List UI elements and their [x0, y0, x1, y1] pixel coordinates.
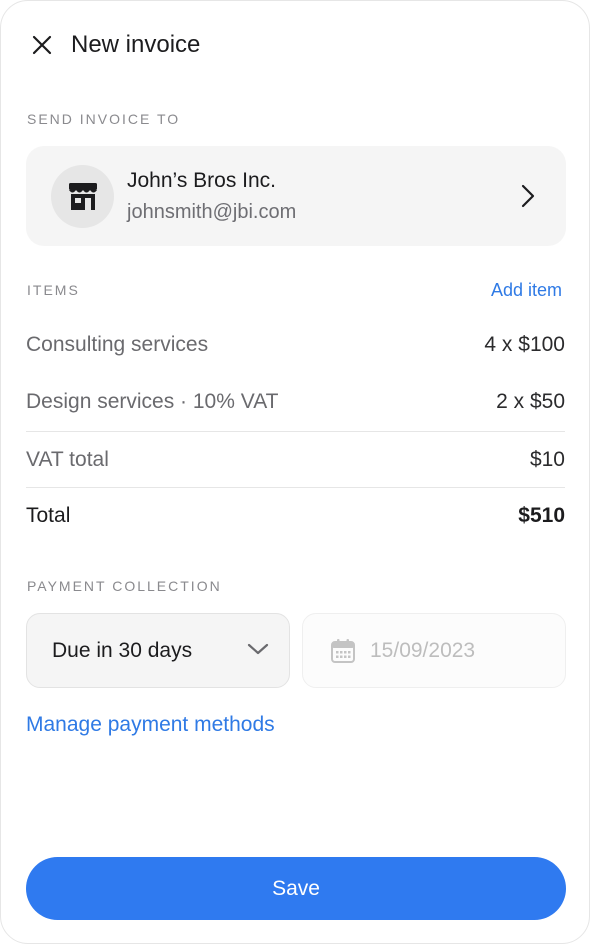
payment-collection-label: PAYMENT COLLECTION	[27, 578, 222, 594]
chevron-down-icon	[247, 643, 269, 655]
avatar	[51, 165, 114, 228]
add-item-link[interactable]: Add item	[491, 280, 562, 301]
calendar-icon	[330, 638, 356, 664]
vat-total-label: VAT total	[26, 447, 109, 471]
manage-payment-methods-link[interactable]: Manage payment methods	[26, 713, 275, 737]
close-button[interactable]	[29, 32, 55, 58]
total-row: Total $510	[26, 487, 565, 543]
chevron-right-icon	[521, 184, 535, 208]
item-row: Consulting services 4 x $100	[26, 317, 565, 373]
total-value: $510	[518, 503, 565, 527]
save-button[interactable]: Save	[26, 857, 566, 920]
vat-total-value: $10	[529, 447, 565, 471]
close-icon	[32, 35, 52, 55]
due-date-placeholder: 15/09/2023	[370, 638, 476, 662]
item-name: Consulting services	[26, 333, 209, 356]
due-date-field[interactable]: 15/09/2023	[302, 613, 566, 688]
due-date-select[interactable]: Due in 30 days	[26, 613, 290, 688]
invoice-card: New invoice SEND INVOICE TO John’s Bros …	[0, 0, 590, 944]
header: New invoice	[29, 29, 200, 61]
due-date-select-value: Due in 30 days	[52, 638, 193, 662]
item-row: Design services · 10% VAT 2 x $50	[26, 374, 565, 430]
vat-total-row: VAT total $10	[26, 431, 565, 487]
page-title: New invoice	[71, 31, 201, 58]
item-name: Design services · 10% VAT	[26, 390, 279, 413]
recipient-card[interactable]: John’s Bros Inc. johnsmith@jbi.com	[26, 146, 566, 246]
recipient-email: johnsmith@jbi.com	[127, 201, 297, 223]
recipient-name: John’s Bros Inc.	[127, 169, 277, 192]
item-amount: 4 x $100	[484, 333, 565, 356]
item-amount: 2 x $50	[496, 390, 565, 413]
store-icon	[68, 182, 97, 210]
send-invoice-to-label: SEND INVOICE TO	[27, 111, 181, 127]
items-label: ITEMS	[27, 282, 80, 298]
total-label: Total	[26, 503, 71, 527]
